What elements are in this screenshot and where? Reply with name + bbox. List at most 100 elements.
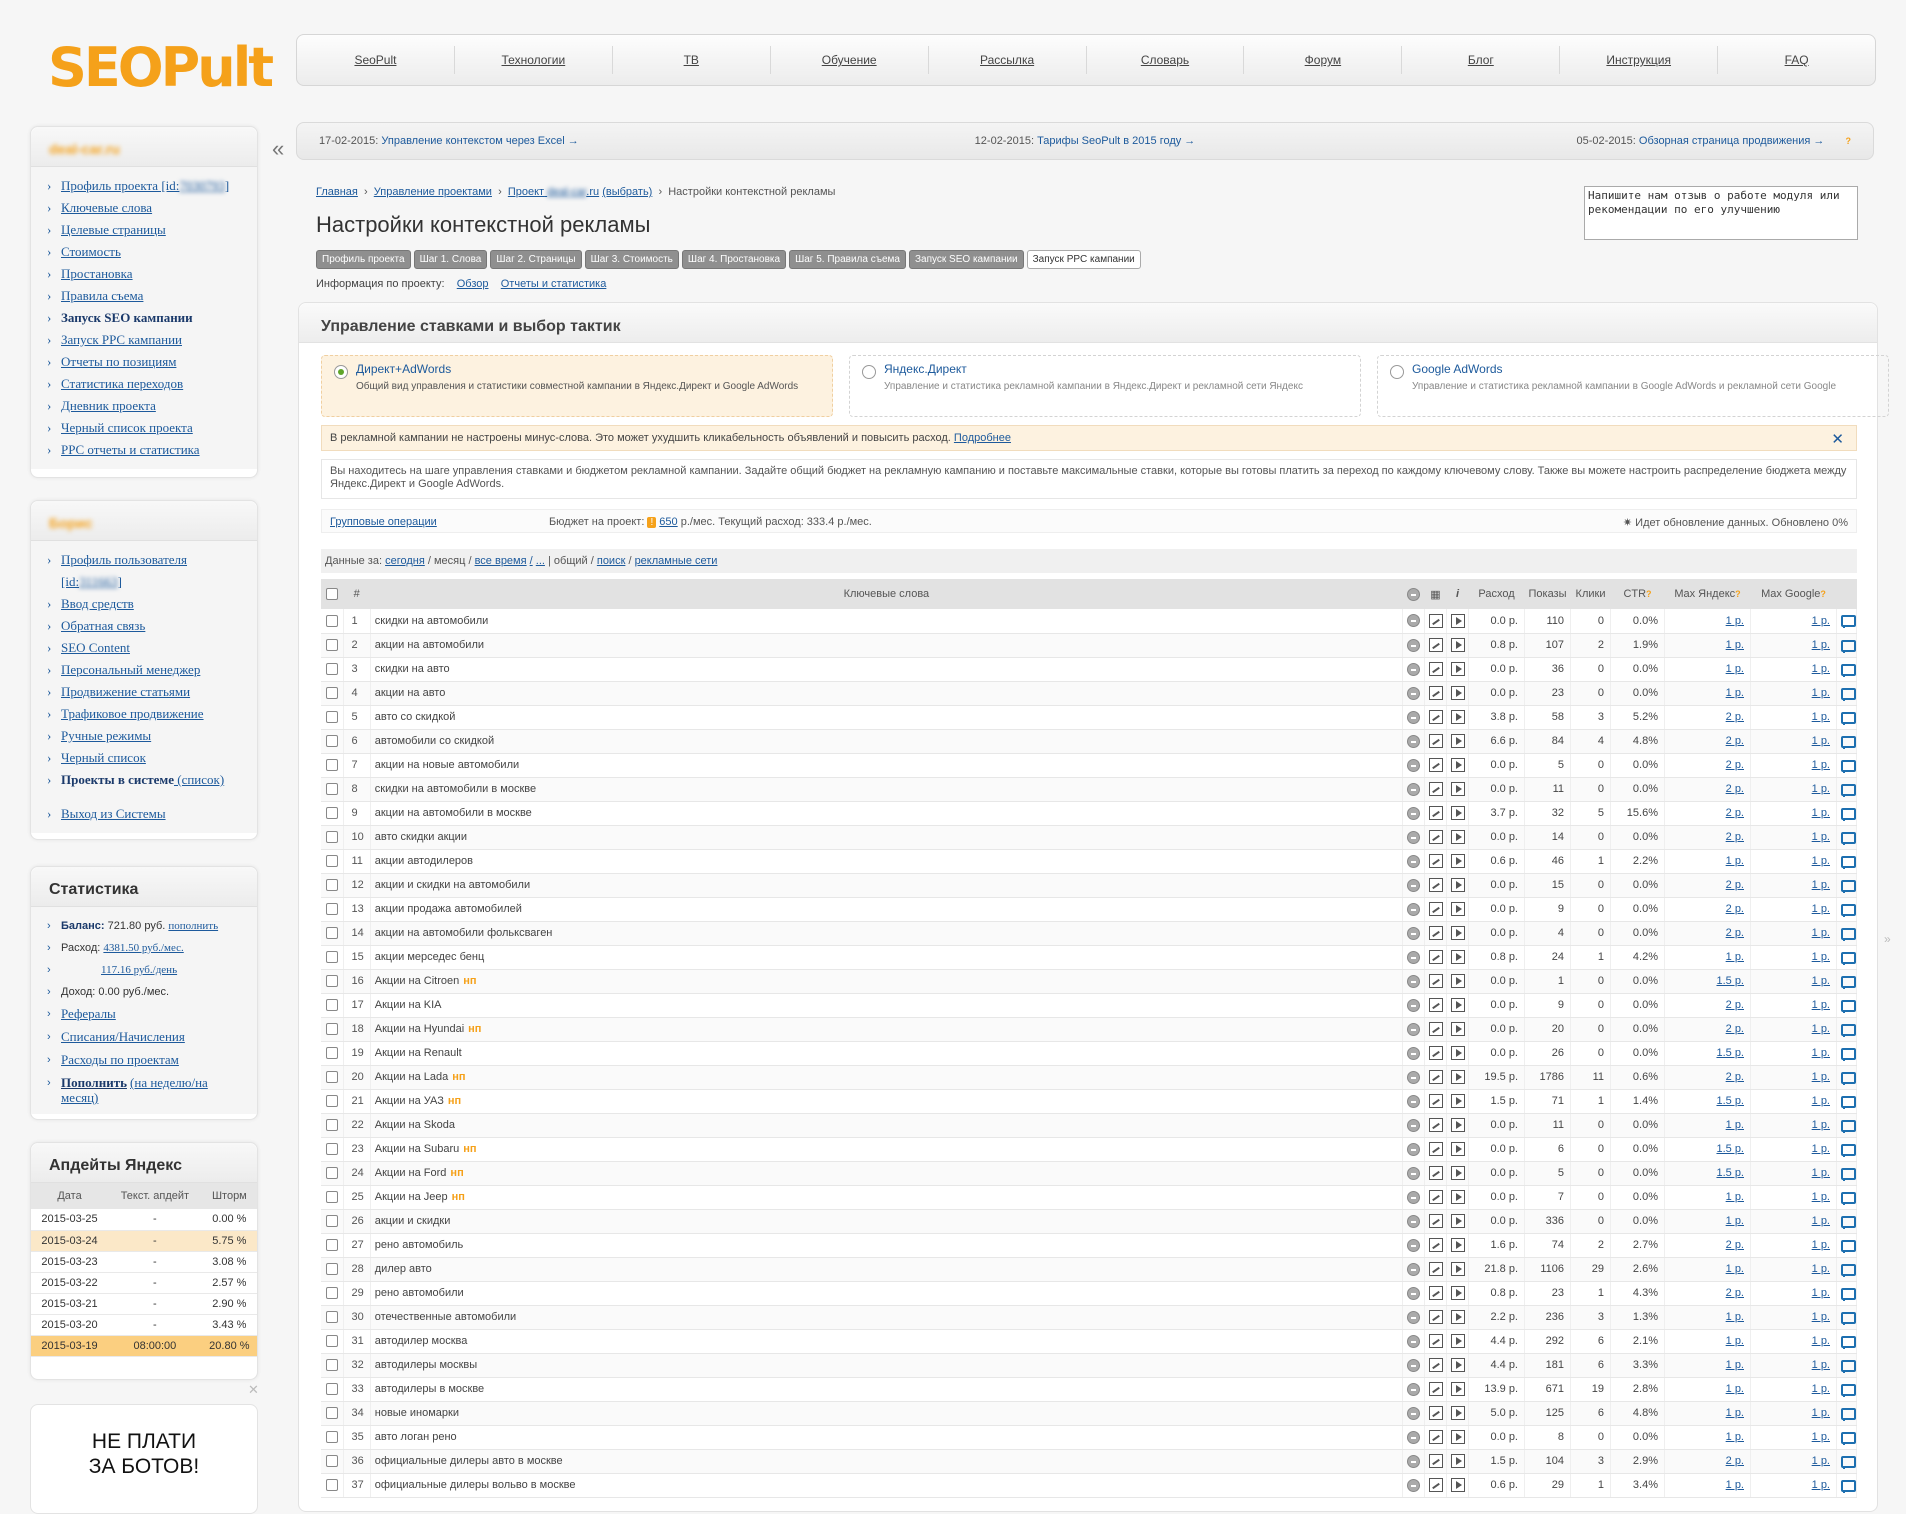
ad-banner[interactable]: НЕ ПЛАТИ ЗА БОТОВ! (30, 1404, 258, 1514)
max-yandex-bid[interactable]: 1 р. (1726, 687, 1744, 699)
comment-icon[interactable] (1840, 1431, 1856, 1445)
play-icon[interactable] (1450, 1214, 1465, 1228)
row-checkbox[interactable] (325, 879, 338, 892)
nav-link[interactable]: Обучение (822, 53, 877, 67)
max-google-bid[interactable]: 1 р. (1812, 1239, 1830, 1251)
row-checkbox[interactable] (325, 783, 338, 796)
max-yandex-bid[interactable]: 1 р. (1726, 1407, 1744, 1419)
remove-keyword-icon[interactable] (1407, 854, 1420, 868)
play-icon[interactable] (1450, 638, 1465, 652)
scroll-down-icon[interactable]: » (1884, 932, 1891, 946)
play-icon[interactable] (1450, 830, 1465, 844)
chart-icon[interactable] (1428, 1406, 1443, 1420)
remove-keyword-icon[interactable] (1407, 806, 1420, 820)
chart-icon[interactable] (1428, 758, 1443, 772)
play-icon[interactable] (1450, 1454, 1465, 1468)
play-icon[interactable] (1450, 710, 1465, 724)
comment-icon[interactable] (1840, 759, 1856, 773)
row-checkbox[interactable] (325, 1023, 338, 1036)
chart-icon[interactable] (1428, 878, 1443, 892)
remove-keyword-icon[interactable] (1407, 1358, 1420, 1372)
row-checkbox[interactable] (325, 855, 338, 868)
chart-icon[interactable] (1428, 1070, 1443, 1084)
comment-icon[interactable] (1840, 735, 1856, 749)
choose-project-link[interactable]: (выбрать) (602, 186, 652, 198)
row-checkbox[interactable] (325, 1287, 338, 1300)
seopult-logo[interactable]: SEOPult (48, 36, 274, 100)
menu-link[interactable]: Черный список проекта (61, 420, 193, 435)
menu-link[interactable]: Целевые страницы (61, 222, 166, 237)
max-yandex-bid[interactable]: 1.5 р. (1716, 1047, 1744, 1059)
menu-link[interactable]: Обратная связь (61, 618, 145, 633)
remove-keyword-icon[interactable] (1407, 1190, 1420, 1204)
remove-keyword-icon[interactable] (1407, 734, 1420, 748)
row-checkbox[interactable] (325, 999, 338, 1012)
row-checkbox[interactable] (325, 639, 338, 652)
max-google-bid[interactable]: 1 р. (1812, 711, 1830, 723)
menu-link[interactable]: Ключевые слова (61, 200, 152, 215)
row-checkbox[interactable] (325, 1407, 338, 1420)
warning-more-link[interactable]: Подробнее (954, 432, 1011, 444)
remove-keyword-icon[interactable] (1407, 1142, 1420, 1156)
remove-keyword-icon[interactable] (1407, 1238, 1420, 1252)
menu-link[interactable]: Простановка (61, 266, 133, 281)
play-icon[interactable] (1450, 1070, 1465, 1084)
row-checkbox[interactable] (325, 735, 338, 748)
filter-today[interactable]: сегодня (385, 555, 425, 567)
play-icon[interactable] (1450, 1334, 1465, 1348)
chart-icon[interactable] (1428, 950, 1443, 964)
comment-icon[interactable] (1840, 639, 1856, 653)
remove-keyword-icon[interactable] (1407, 758, 1420, 772)
max-yandex-bid[interactable]: 2 р. (1726, 783, 1744, 795)
remove-keyword-icon[interactable] (1407, 1262, 1420, 1276)
max-yandex-bid[interactable]: 1 р. (1726, 1215, 1744, 1227)
max-google-bid[interactable]: 1 р. (1812, 615, 1830, 627)
max-yandex-bid[interactable]: 1.5 р. (1716, 975, 1744, 987)
play-icon[interactable] (1450, 806, 1465, 820)
step-tab[interactable]: Шаг 5. Правила съема (789, 250, 906, 269)
max-yandex-bid[interactable]: 1.5 р. (1716, 1143, 1744, 1155)
feedback-textarea[interactable]: Напишите нам отзыв о работе модуля или р… (1584, 186, 1858, 240)
chart-icon[interactable] (1428, 1190, 1443, 1204)
row-checkbox[interactable] (325, 831, 338, 844)
breadcrumb-project[interactable]: Проект deal-car.ru (508, 186, 599, 198)
comment-icon[interactable] (1840, 1071, 1856, 1085)
comment-icon[interactable] (1840, 903, 1856, 917)
play-icon[interactable] (1450, 878, 1465, 892)
play-icon[interactable] (1450, 1430, 1465, 1444)
max-yandex-bid[interactable]: 1 р. (1726, 1359, 1744, 1371)
remove-keyword-icon[interactable] (1407, 1022, 1420, 1036)
max-google-bid[interactable]: 1 р. (1812, 1047, 1830, 1059)
remove-keyword-icon[interactable] (1407, 902, 1420, 916)
nav-link[interactable]: Инструкция (1606, 53, 1671, 67)
chart-icon[interactable] (1428, 1094, 1443, 1108)
play-icon[interactable] (1450, 950, 1465, 964)
max-google-bid[interactable]: 1 р. (1812, 1023, 1830, 1035)
filter-month[interactable]: месяц (434, 555, 465, 567)
collapse-sidebar-icon[interactable]: « (272, 136, 284, 162)
chart-icon[interactable] (1428, 662, 1443, 676)
comment-icon[interactable] (1840, 951, 1856, 965)
topup-balance-link[interactable]: пополнить (168, 920, 218, 932)
chart-icon[interactable] (1428, 902, 1443, 916)
play-icon[interactable] (1450, 1478, 1465, 1492)
max-google-bid[interactable]: 1 р. (1812, 783, 1830, 795)
max-google-bid[interactable]: 1 р. (1812, 807, 1830, 819)
chart-icon[interactable] (1428, 613, 1443, 628)
nav-link[interactable]: Словарь (1141, 53, 1189, 67)
step-tab[interactable]: Шаг 3. Стоимость (584, 250, 679, 269)
row-checkbox[interactable] (325, 1383, 338, 1396)
col-ctr[interactable]: CTR? (1610, 579, 1665, 609)
max-yandex-bid[interactable]: 2 р. (1726, 711, 1744, 723)
row-checkbox[interactable] (325, 975, 338, 988)
comment-icon[interactable] (1840, 879, 1856, 893)
comment-icon[interactable] (1840, 855, 1856, 869)
nav-link[interactable]: Блог (1468, 53, 1494, 67)
max-google-bid[interactable]: 1 р. (1812, 975, 1830, 987)
max-google-bid[interactable]: 1 р. (1812, 1359, 1830, 1371)
chart-icon[interactable] (1428, 1022, 1443, 1036)
comment-icon[interactable] (1840, 1095, 1856, 1109)
comment-icon[interactable] (1840, 1023, 1856, 1037)
comment-icon[interactable] (1840, 1239, 1856, 1253)
row-checkbox[interactable] (325, 951, 338, 964)
